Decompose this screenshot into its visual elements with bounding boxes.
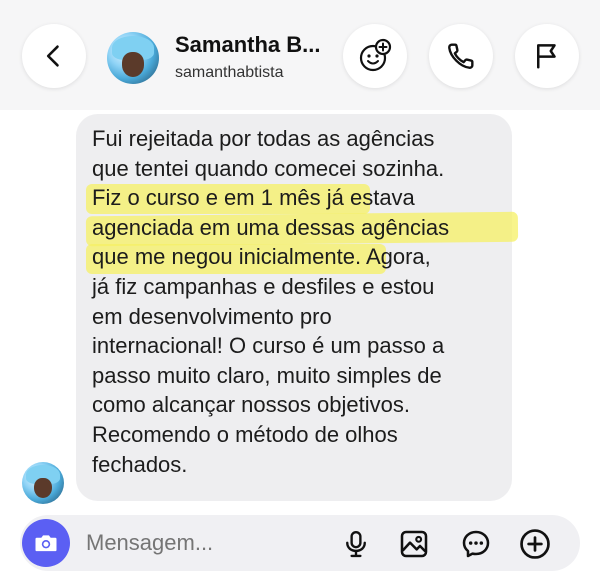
flag-icon (537, 44, 556, 69)
message-line: que tentei quando comecei sozinha. (92, 155, 445, 181)
sticker-button[interactable] (456, 524, 496, 564)
more-button[interactable] (515, 524, 555, 564)
face-effects-icon (359, 38, 392, 72)
phone-icon (448, 43, 474, 69)
microphone-icon (346, 530, 366, 558)
contact-username[interactable]: samanthabtista (175, 64, 284, 82)
effects-button[interactable] (343, 24, 407, 88)
message-line: internacional! O curso é um passo a (92, 333, 445, 359)
message-line: Agora, (361, 244, 431, 270)
chevron-left-icon (46, 45, 59, 67)
message-line: já fiz campanhas e desfiles e estou (92, 273, 435, 299)
message-line: Fui rejeitada por todas as agências (92, 126, 435, 151)
call-button[interactable] (429, 24, 493, 88)
voice-message-button[interactable] (336, 524, 376, 564)
message-input[interactable] (86, 530, 316, 556)
sender-avatar[interactable] (22, 462, 64, 504)
back-button[interactable] (22, 24, 86, 88)
report-button[interactable] (515, 24, 579, 88)
gallery-icon (400, 530, 428, 558)
avatar[interactable] (107, 32, 159, 84)
message-line: fechados. (92, 451, 188, 477)
message-line: como alcançar nossos objetivos. (92, 392, 410, 418)
message-line: em desenvolvimento pro (92, 303, 332, 329)
camera-button[interactable] (22, 519, 70, 567)
sticker-icon (462, 530, 490, 558)
message-line-highlighted: que me negou inicialmente. (92, 244, 362, 270)
message-text: Fui rejeitada por todas as agências que … (92, 124, 502, 479)
contact-name[interactable]: Samantha B... (175, 32, 320, 58)
message-line-highlighted: agenciada em uma dessas agências (92, 214, 450, 240)
message-line: passo muito claro, muito simples de (92, 362, 442, 388)
message-line: Recomendo o método de olhos (92, 421, 398, 447)
plus-icon (520, 529, 550, 559)
camera-icon (35, 535, 57, 552)
message-line-highlighted: Fiz o curso e em 1 mês já estava (92, 185, 415, 211)
gallery-button[interactable] (394, 524, 434, 564)
